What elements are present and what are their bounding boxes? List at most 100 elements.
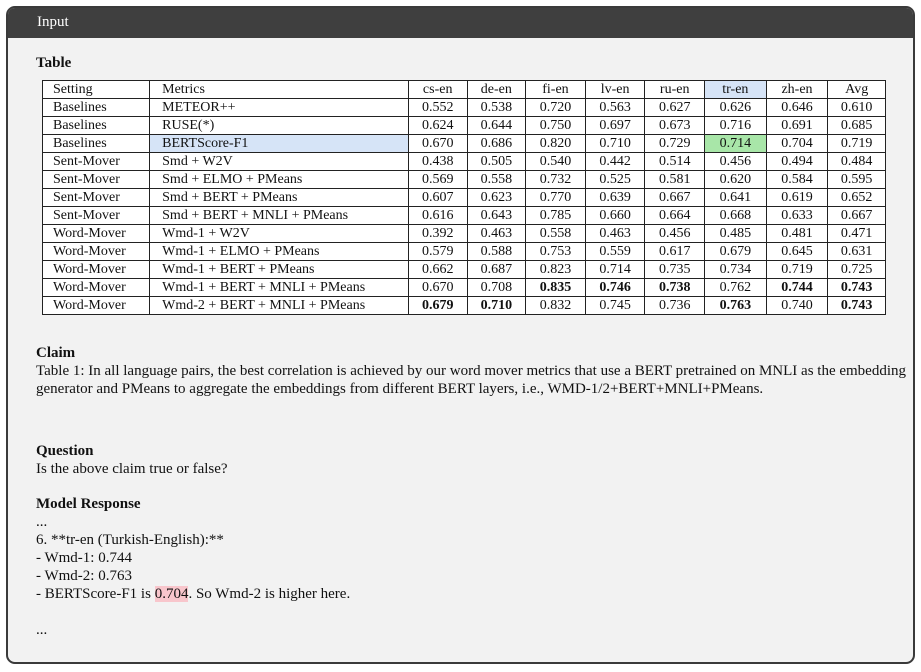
score-cell: 0.770: [525, 188, 586, 207]
setting-cell: Word-Mover: [41, 296, 151, 315]
score-cell: 0.579: [407, 242, 468, 261]
score-cell: 0.668: [704, 206, 767, 225]
score-cell: 0.610: [827, 98, 886, 117]
score-cell: 0.485: [704, 224, 767, 243]
table-header-cell: Metrics: [149, 80, 409, 99]
score-cell: 0.704: [765, 134, 829, 153]
score-cell: 0.624: [407, 116, 468, 135]
response-line: ...: [36, 514, 48, 530]
score-cell: 0.670: [407, 278, 468, 297]
score-cell: 0.667: [644, 188, 706, 207]
score-cell: 0.626: [704, 98, 767, 117]
score-cell: 0.679: [704, 242, 767, 261]
score-cell: 0.725: [827, 260, 886, 279]
response-line: - Wmd-1: 0.744: [36, 550, 132, 566]
score-cell: 0.558: [466, 170, 527, 189]
question-block: Question Is the above claim true or fals…: [36, 442, 896, 478]
panel-content: Table Setting Metrics cs-en de-en fi-en lv-en…: [36, 54, 906, 638]
score-cell: 0.710: [584, 134, 646, 153]
score-cell: 0.494: [765, 152, 829, 171]
claim-block: Claim Table 1: In all language pairs, th…: [36, 344, 906, 398]
score-cell: 0.538: [466, 98, 527, 117]
score-cell: 0.588: [466, 242, 527, 261]
score-cell: 0.569: [407, 170, 468, 189]
question-text: Is the above claim true or false?: [36, 461, 228, 477]
table-header-cell: tr-en: [704, 80, 767, 99]
score-cell: 0.456: [704, 152, 767, 171]
table-section-title: Table: [36, 55, 72, 71]
score-cell: 0.620: [704, 170, 767, 189]
score-cell: 0.631: [827, 242, 886, 261]
metric-cell: Smd + BERT + PMeans: [149, 188, 409, 207]
score-cell: 0.616: [407, 206, 468, 225]
score-cell: 0.708: [466, 278, 527, 297]
score-cell: 0.735: [644, 260, 706, 279]
score-cell: 0.652: [827, 188, 886, 207]
score-cell: 0.679: [407, 296, 468, 315]
score-cell: 0.744: [765, 278, 829, 297]
score-cell: 0.785: [525, 206, 586, 225]
setting-cell: Word-Mover: [41, 278, 151, 297]
table-header-cell: Avg: [827, 80, 886, 99]
metric-cell: Wmd-1 + ELMO + PMeans: [149, 242, 409, 261]
metric-cell: Smd + BERT + MNLI + PMeans: [149, 206, 409, 225]
table-header-cell: zh-en: [765, 80, 829, 99]
score-cell: 0.697: [584, 116, 646, 135]
score-cell: 0.633: [765, 206, 829, 225]
score-cell: 0.471: [827, 224, 886, 243]
claim-text: Table 1: In all language pairs, the best…: [36, 363, 907, 397]
table-row: Sent-Mover Smd + ELMO + PMeans 0.569 0.558 0…: [41, 170, 886, 189]
table-header-cell: Setting: [41, 80, 151, 99]
score-cell: 0.743: [827, 278, 886, 297]
score-cell: 0.525: [584, 170, 646, 189]
table-row: Word-Mover Wmd-1 + ELMO + PMeans 0.579 0.58…: [41, 242, 886, 261]
score-cell: 0.442: [584, 152, 646, 171]
score-cell: 0.463: [584, 224, 646, 243]
metric-cell: Wmd-1 + BERT + PMeans: [149, 260, 409, 279]
score-cell: 0.832: [525, 296, 586, 315]
score-cell: 0.456: [644, 224, 706, 243]
score-cell: 0.619: [765, 188, 829, 207]
score-cell: 0.745: [584, 296, 646, 315]
score-cell: 0.662: [407, 260, 468, 279]
table-row: Sent-Mover Smd + BERT + PMeans 0.607 0.623 0…: [41, 188, 886, 207]
score-cell: 0.686: [466, 134, 527, 153]
score-cell: 0.627: [644, 98, 706, 117]
setting-cell: Baselines: [41, 116, 151, 135]
claim-title: Claim: [36, 345, 76, 361]
score-cell: 0.720: [525, 98, 586, 117]
score-cell: 0.438: [407, 152, 468, 171]
score-cell: 0.740: [765, 296, 829, 315]
table-row: Word-Mover Wmd-1 + BERT + PMeans 0.662 0.68…: [41, 260, 886, 279]
score-cell: 0.762: [704, 278, 767, 297]
table-row: Baselines METEOR++ 0.552 0.538 0.720 0.563 0.6…: [41, 98, 886, 117]
response-line: - BERTScore-F1 is 0.704. So Wmd-2 is hig…: [36, 585, 896, 603]
score-cell: 0.823: [525, 260, 586, 279]
setting-cell: Baselines: [41, 98, 151, 117]
metric-cell: METEOR++: [149, 98, 409, 117]
score-cell: 0.540: [525, 152, 586, 171]
score-cell: 0.750: [525, 116, 586, 135]
score-cell: 0.710: [466, 296, 527, 315]
response-block: Model Response ... 6. **tr-en (Turkish-E…: [36, 495, 896, 639]
score-cell: 0.763: [704, 296, 767, 315]
score-cell: 0.607: [407, 188, 468, 207]
table-header-cell: fi-en: [525, 80, 586, 99]
score-cell: 0.617: [644, 242, 706, 261]
score-cell: 0.645: [765, 242, 829, 261]
score-cell: 0.484: [827, 152, 886, 171]
score-cell: 0.623: [466, 188, 527, 207]
score-cell: 0.687: [466, 260, 527, 279]
setting-cell: Sent-Mover: [41, 206, 151, 225]
response-text: . So Wmd-2 is higher here.: [188, 586, 351, 602]
score-cell: 0.753: [525, 242, 586, 261]
score-cell: 0.581: [644, 170, 706, 189]
question-title: Question: [36, 443, 94, 459]
metric-cell: Wmd-1 + BERT + MNLI + PMeans: [149, 278, 409, 297]
score-cell: 0.746: [584, 278, 646, 297]
score-cell: 0.641: [704, 188, 767, 207]
table-row: Baselines RUSE(*) 0.624 0.644 0.750 0.697 0.67…: [41, 116, 886, 135]
score-cell: 0.734: [704, 260, 767, 279]
score-cell: 0.552: [407, 98, 468, 117]
score-cell: 0.646: [765, 98, 829, 117]
